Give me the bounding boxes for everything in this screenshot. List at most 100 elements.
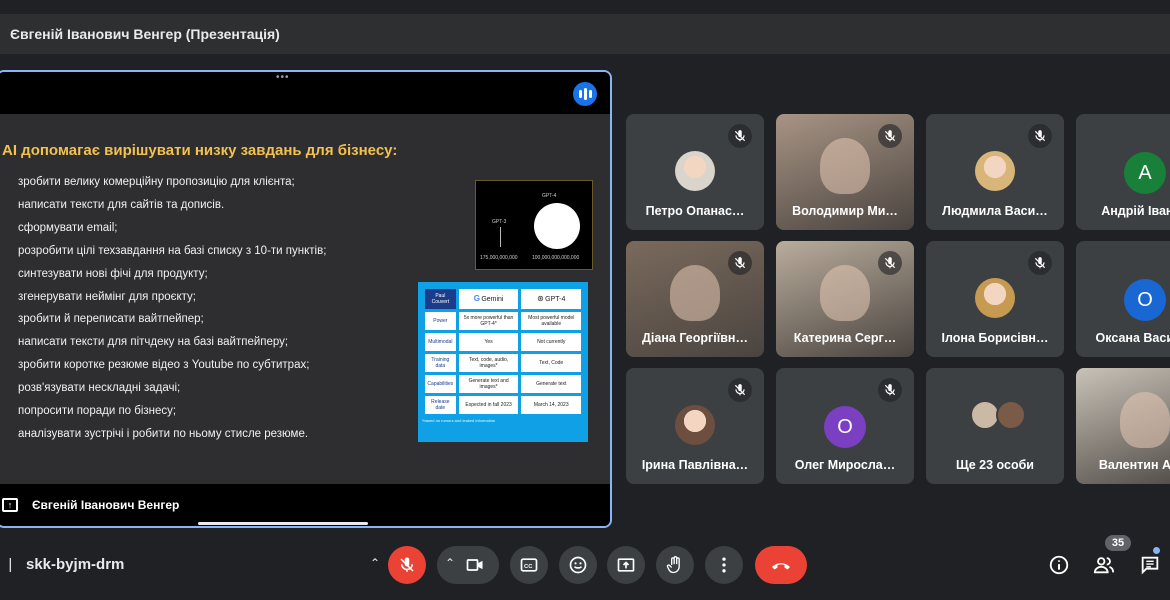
table-header-cell: ⊛ GPT-4 bbox=[521, 289, 581, 309]
mic-off-icon bbox=[400, 557, 414, 572]
chevron-up-icon[interactable]: ⌃ bbox=[370, 556, 380, 570]
participant-tile[interactable]: Людмила Васи… bbox=[926, 114, 1064, 230]
participant-tile[interactable]: Ірина Павлівна… bbox=[626, 368, 764, 484]
hang-up-icon bbox=[772, 563, 790, 570]
slide-title: AI допомагає вирішувати низку завдань дл… bbox=[2, 142, 398, 159]
camera-group: ⌃ bbox=[437, 546, 499, 584]
mic-off-icon bbox=[878, 124, 902, 148]
participant-name: Ірина Павлівна… bbox=[641, 458, 749, 472]
reactions-button[interactable] bbox=[559, 546, 597, 584]
participant-name: Ілона Борисівн… bbox=[941, 331, 1049, 345]
mic-group: ⌃ bbox=[364, 546, 426, 584]
drag-handle-icon[interactable]: ••• bbox=[276, 72, 290, 83]
table-cell: Multimodal bbox=[425, 333, 456, 351]
participant-tile[interactable]: Діана Георгіївн… bbox=[626, 241, 764, 357]
raise-hand-icon bbox=[666, 556, 680, 574]
participant-silhouette bbox=[820, 138, 870, 194]
bullet-item: синтезувати нові фічі для продукту; bbox=[18, 267, 208, 280]
leave-call-button[interactable] bbox=[755, 546, 807, 584]
participant-tile[interactable]: O Оксана Васил… bbox=[1076, 241, 1170, 357]
participant-tile[interactable]: Катерина Серг… bbox=[776, 241, 914, 357]
presenter-bar: ↑ Євгеній Іванович Венгер bbox=[0, 484, 610, 526]
table-cell: Generate text bbox=[521, 375, 581, 393]
table-cell: Text, Code bbox=[521, 354, 581, 372]
participant-tile[interactable]: Ілона Борисівн… bbox=[926, 241, 1064, 357]
gpt4-label: GPT-4 bbox=[542, 193, 557, 199]
chat-button[interactable] bbox=[1137, 552, 1163, 578]
table-cell: March 14, 2023 bbox=[521, 396, 581, 414]
chevron-up-icon[interactable]: ⌃ bbox=[445, 556, 455, 570]
meeting-info-button[interactable] bbox=[1046, 552, 1072, 578]
bullet-item: написати тексти для сайтів та дописів. bbox=[18, 198, 225, 211]
camera-toggle-button[interactable] bbox=[465, 555, 485, 580]
presenter-name: Євгеній Іванович Венгер bbox=[32, 498, 180, 512]
table-header-cell: Paul Couvert bbox=[425, 289, 456, 309]
slide-top-bar bbox=[0, 72, 610, 114]
participant-name: Діана Георгіївн… bbox=[642, 331, 748, 345]
bullet-item: розробити цілі техзавдання на базі списк… bbox=[18, 244, 327, 257]
present-button[interactable] bbox=[607, 546, 645, 584]
chat-notification-dot bbox=[1153, 547, 1160, 554]
camera-icon bbox=[466, 559, 483, 571]
present-screen-icon: ↑ bbox=[2, 498, 18, 512]
participant-avatar bbox=[675, 151, 715, 191]
participant-count-badge: 35 bbox=[1105, 535, 1131, 551]
participant-name: Катерина Серг… bbox=[793, 331, 897, 345]
participant-tile[interactable]: Петро Опанас… bbox=[626, 114, 764, 230]
participant-silhouette bbox=[1120, 392, 1170, 448]
participant-name: Володимир Ми… bbox=[792, 204, 898, 218]
presentation-view[interactable]: ••• AI допомагає вирішувати низку завдан… bbox=[0, 70, 612, 528]
participant-avatar: A bbox=[1124, 152, 1166, 194]
participant-avatar bbox=[975, 278, 1015, 318]
audio-indicator-icon bbox=[573, 82, 597, 106]
raise-hand-button[interactable] bbox=[656, 546, 694, 584]
bullet-item: зробити велику комерційну пропозицію для… bbox=[18, 176, 295, 188]
more-participants-avatars bbox=[970, 400, 1026, 430]
gpt-size-illustration: GPT-4 GPT-3 175,000,000,000 100,000,000,… bbox=[475, 180, 593, 270]
bullet-item: сформувати email; bbox=[18, 221, 118, 234]
table-cell: Capabilities bbox=[425, 375, 456, 393]
emoji-icon bbox=[569, 556, 587, 574]
gpt4-value: 100,000,000,000,000 bbox=[532, 255, 580, 261]
participant-name: Людмила Васи… bbox=[942, 204, 1048, 218]
mic-toggle-button[interactable] bbox=[388, 546, 426, 584]
participant-name: Оксана Васил… bbox=[1095, 331, 1170, 345]
mic-off-icon bbox=[1028, 124, 1052, 148]
mic-off-icon bbox=[728, 378, 752, 402]
participant-name: Валентин Ан… bbox=[1098, 458, 1170, 472]
captions-button[interactable]: CC bbox=[510, 546, 548, 584]
gpt3-label: GPT-3 bbox=[492, 219, 507, 225]
table-footnote: *based on rumors and leaked information bbox=[422, 418, 496, 423]
info-icon bbox=[1049, 555, 1069, 575]
participant-avatar: O bbox=[824, 406, 866, 448]
people-button[interactable] bbox=[1091, 552, 1117, 578]
people-icon bbox=[1093, 557, 1115, 574]
participant-tile[interactable]: Ще 23 особи bbox=[926, 368, 1064, 484]
presentation-header: Євгеній Іванович Венгер (Презентація) bbox=[0, 14, 1170, 54]
participant-name: Андрій Іванов bbox=[1101, 204, 1170, 218]
participant-tile[interactable]: Валентин Ан… bbox=[1076, 368, 1170, 484]
gpt3-marker bbox=[500, 227, 501, 247]
participant-name: Олег Миросла… bbox=[794, 458, 896, 472]
table-cell: Training data bbox=[425, 354, 456, 372]
present-icon bbox=[617, 558, 635, 572]
participant-silhouette bbox=[670, 265, 720, 321]
table-cell: Text, code, audio, images* bbox=[458, 354, 519, 372]
participant-tile[interactable]: Володимир Ми… bbox=[776, 114, 914, 230]
svg-text:CC: CC bbox=[524, 564, 533, 570]
table-cell: Expected in fall 2023 bbox=[458, 396, 519, 414]
more-options-button[interactable] bbox=[705, 546, 743, 584]
participant-tile[interactable]: O Олег Миросла… bbox=[776, 368, 914, 484]
participant-tile[interactable]: A Андрій Іванов bbox=[1076, 114, 1170, 230]
gpt3-value: 175,000,000,000 bbox=[480, 255, 518, 261]
bullet-item: згенерувати неймінг для проєкту; bbox=[18, 290, 196, 303]
presentation-scrollbar[interactable] bbox=[198, 522, 368, 525]
mic-off-icon bbox=[878, 251, 902, 275]
table-cell: Not currently bbox=[521, 333, 581, 351]
mic-off-icon bbox=[1028, 251, 1052, 275]
chat-icon bbox=[1141, 556, 1159, 575]
table-cell: 5x more powerful than GPT-4* bbox=[458, 312, 519, 330]
separator: | bbox=[0, 556, 13, 573]
mic-off-icon bbox=[878, 378, 902, 402]
participant-avatar: O bbox=[1124, 279, 1166, 321]
